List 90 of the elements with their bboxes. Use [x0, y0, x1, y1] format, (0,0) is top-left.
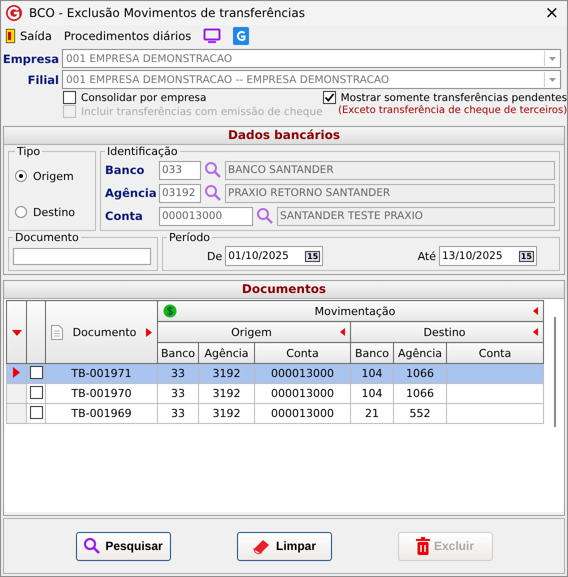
- code-field[interactable]: 033: [159, 160, 201, 180]
- field-label: Conta: [105, 209, 144, 223]
- window-title: BCO - Exclusão Movimentos de transferências: [29, 6, 306, 20]
- note-text: (Exceto transferência de cheque de terceiros): [338, 105, 567, 116]
- eraser-icon: [252, 537, 272, 555]
- table-cell: TB-001969: [46, 404, 158, 424]
- clear-button[interactable]: Limpar: [236, 532, 332, 560]
- app-logo-icon: [5, 4, 23, 22]
- document-input[interactable]: [13, 248, 151, 265]
- table-cell: 552: [394, 404, 446, 424]
- sort-header[interactable]: [6, 300, 26, 364]
- field-label: Filial: [26, 72, 59, 86]
- column-group-header[interactable]: Destino: [350, 322, 544, 342]
- section-header: Dados bancários: [4, 127, 564, 145]
- radio-label: Destino: [33, 206, 76, 218]
- door-icon: [6, 29, 15, 43]
- search-icon[interactable]: [256, 207, 274, 225]
- table-cell: 000013000: [254, 364, 350, 384]
- column-header[interactable]: Agência: [394, 342, 446, 364]
- table-cell: 21: [350, 404, 394, 424]
- caret-icon: [340, 328, 345, 336]
- checkbox[interactable]: [30, 406, 42, 418]
- checkbox[interactable]: [30, 366, 42, 378]
- caret-icon: [533, 307, 538, 315]
- name-field: BANCO SANTANDER: [225, 160, 555, 180]
- column-group-header[interactable]: Movimentação: [158, 300, 544, 322]
- column-header[interactable]: Conta: [446, 342, 544, 364]
- name-field: SANTANDER TESTE PRAXIO: [277, 206, 555, 226]
- close-button[interactable]: ×: [544, 3, 559, 23]
- table-cell: 33: [158, 404, 198, 424]
- caret-icon: [146, 328, 152, 336]
- column-group-header[interactable]: Origem: [158, 322, 350, 342]
- table-cell: 104: [350, 364, 394, 384]
- column-header[interactable]: Banco: [158, 342, 198, 364]
- table-cell: 104: [350, 384, 394, 404]
- group-title: Identificação: [106, 145, 179, 158]
- calendar-button[interactable]: 15: [518, 250, 534, 262]
- table-cell: 1066: [394, 364, 446, 384]
- trash-icon: [416, 537, 430, 555]
- field-label: Agência: [105, 186, 156, 200]
- radio-button[interactable]: [15, 170, 27, 182]
- table-cell: 000013000: [254, 384, 350, 404]
- table-cell: 1066: [394, 384, 446, 404]
- table-cell: 33: [158, 384, 198, 404]
- column-header: [26, 300, 46, 364]
- calendar-button[interactable]: 15: [305, 250, 320, 262]
- table-cell: 000013000: [254, 404, 350, 424]
- column-header[interactable]: Agência: [198, 342, 254, 364]
- radio-label: Origem: [33, 170, 74, 182]
- name-field: PRAXIO RETORNO SANTANDER: [225, 184, 555, 202]
- caret-icon: [12, 330, 22, 336]
- exit-menu-item[interactable]: Saída: [6, 29, 52, 43]
- field-label: Banco: [105, 163, 146, 177]
- checkbox-label: Mostrar somente transferências pendentes: [340, 92, 567, 104]
- checkbox[interactable]: [30, 386, 42, 398]
- column-header[interactable]: Banco: [350, 342, 394, 364]
- monitor-icon[interactable]: [203, 28, 222, 44]
- checkbox[interactable]: [63, 91, 76, 104]
- date-field[interactable]: 01/10/2025 15: [225, 246, 324, 266]
- search-icon: [83, 537, 102, 555]
- field-label: Até: [418, 250, 436, 262]
- table-cell: 3192: [198, 404, 254, 424]
- table-cell: 33: [158, 364, 198, 384]
- section-header: Documentos: [4, 281, 564, 299]
- radio-button[interactable]: [15, 206, 27, 218]
- dollar-icon: [163, 304, 177, 318]
- checkbox-label: Incluir transferências com emissão de cheque: [81, 106, 323, 118]
- checkbox-label: Consolidar por empresa: [81, 92, 206, 104]
- table-cell: TB-001970: [46, 384, 158, 404]
- group-title: Tipo: [16, 145, 42, 158]
- table-cell: 3192: [198, 364, 254, 384]
- field-label: Empresa: [2, 52, 59, 66]
- column-header[interactable]: Documento: [46, 300, 158, 364]
- table-cell: 3192: [198, 384, 254, 404]
- group-title: Período: [168, 231, 212, 244]
- field-label: De: [207, 250, 222, 262]
- search-icon[interactable]: [204, 184, 222, 202]
- code-field[interactable]: 03192: [159, 184, 201, 202]
- table-cell: TB-001971: [46, 364, 158, 384]
- group-title: Documento: [14, 231, 80, 244]
- logo-icon[interactable]: [233, 27, 250, 45]
- caret-icon: [533, 328, 538, 336]
- checkbox[interactable]: [322, 91, 336, 104]
- date-field[interactable]: 13/10/2025 15: [439, 246, 537, 266]
- menu-item[interactable]: Procedimentos diários: [64, 29, 192, 43]
- column-header[interactable]: Conta: [254, 342, 350, 364]
- document-icon: [50, 324, 63, 340]
- search-icon[interactable]: [204, 161, 222, 179]
- code-field[interactable]: 000013000: [159, 206, 253, 226]
- search-button[interactable]: Pesquisar: [76, 532, 170, 560]
